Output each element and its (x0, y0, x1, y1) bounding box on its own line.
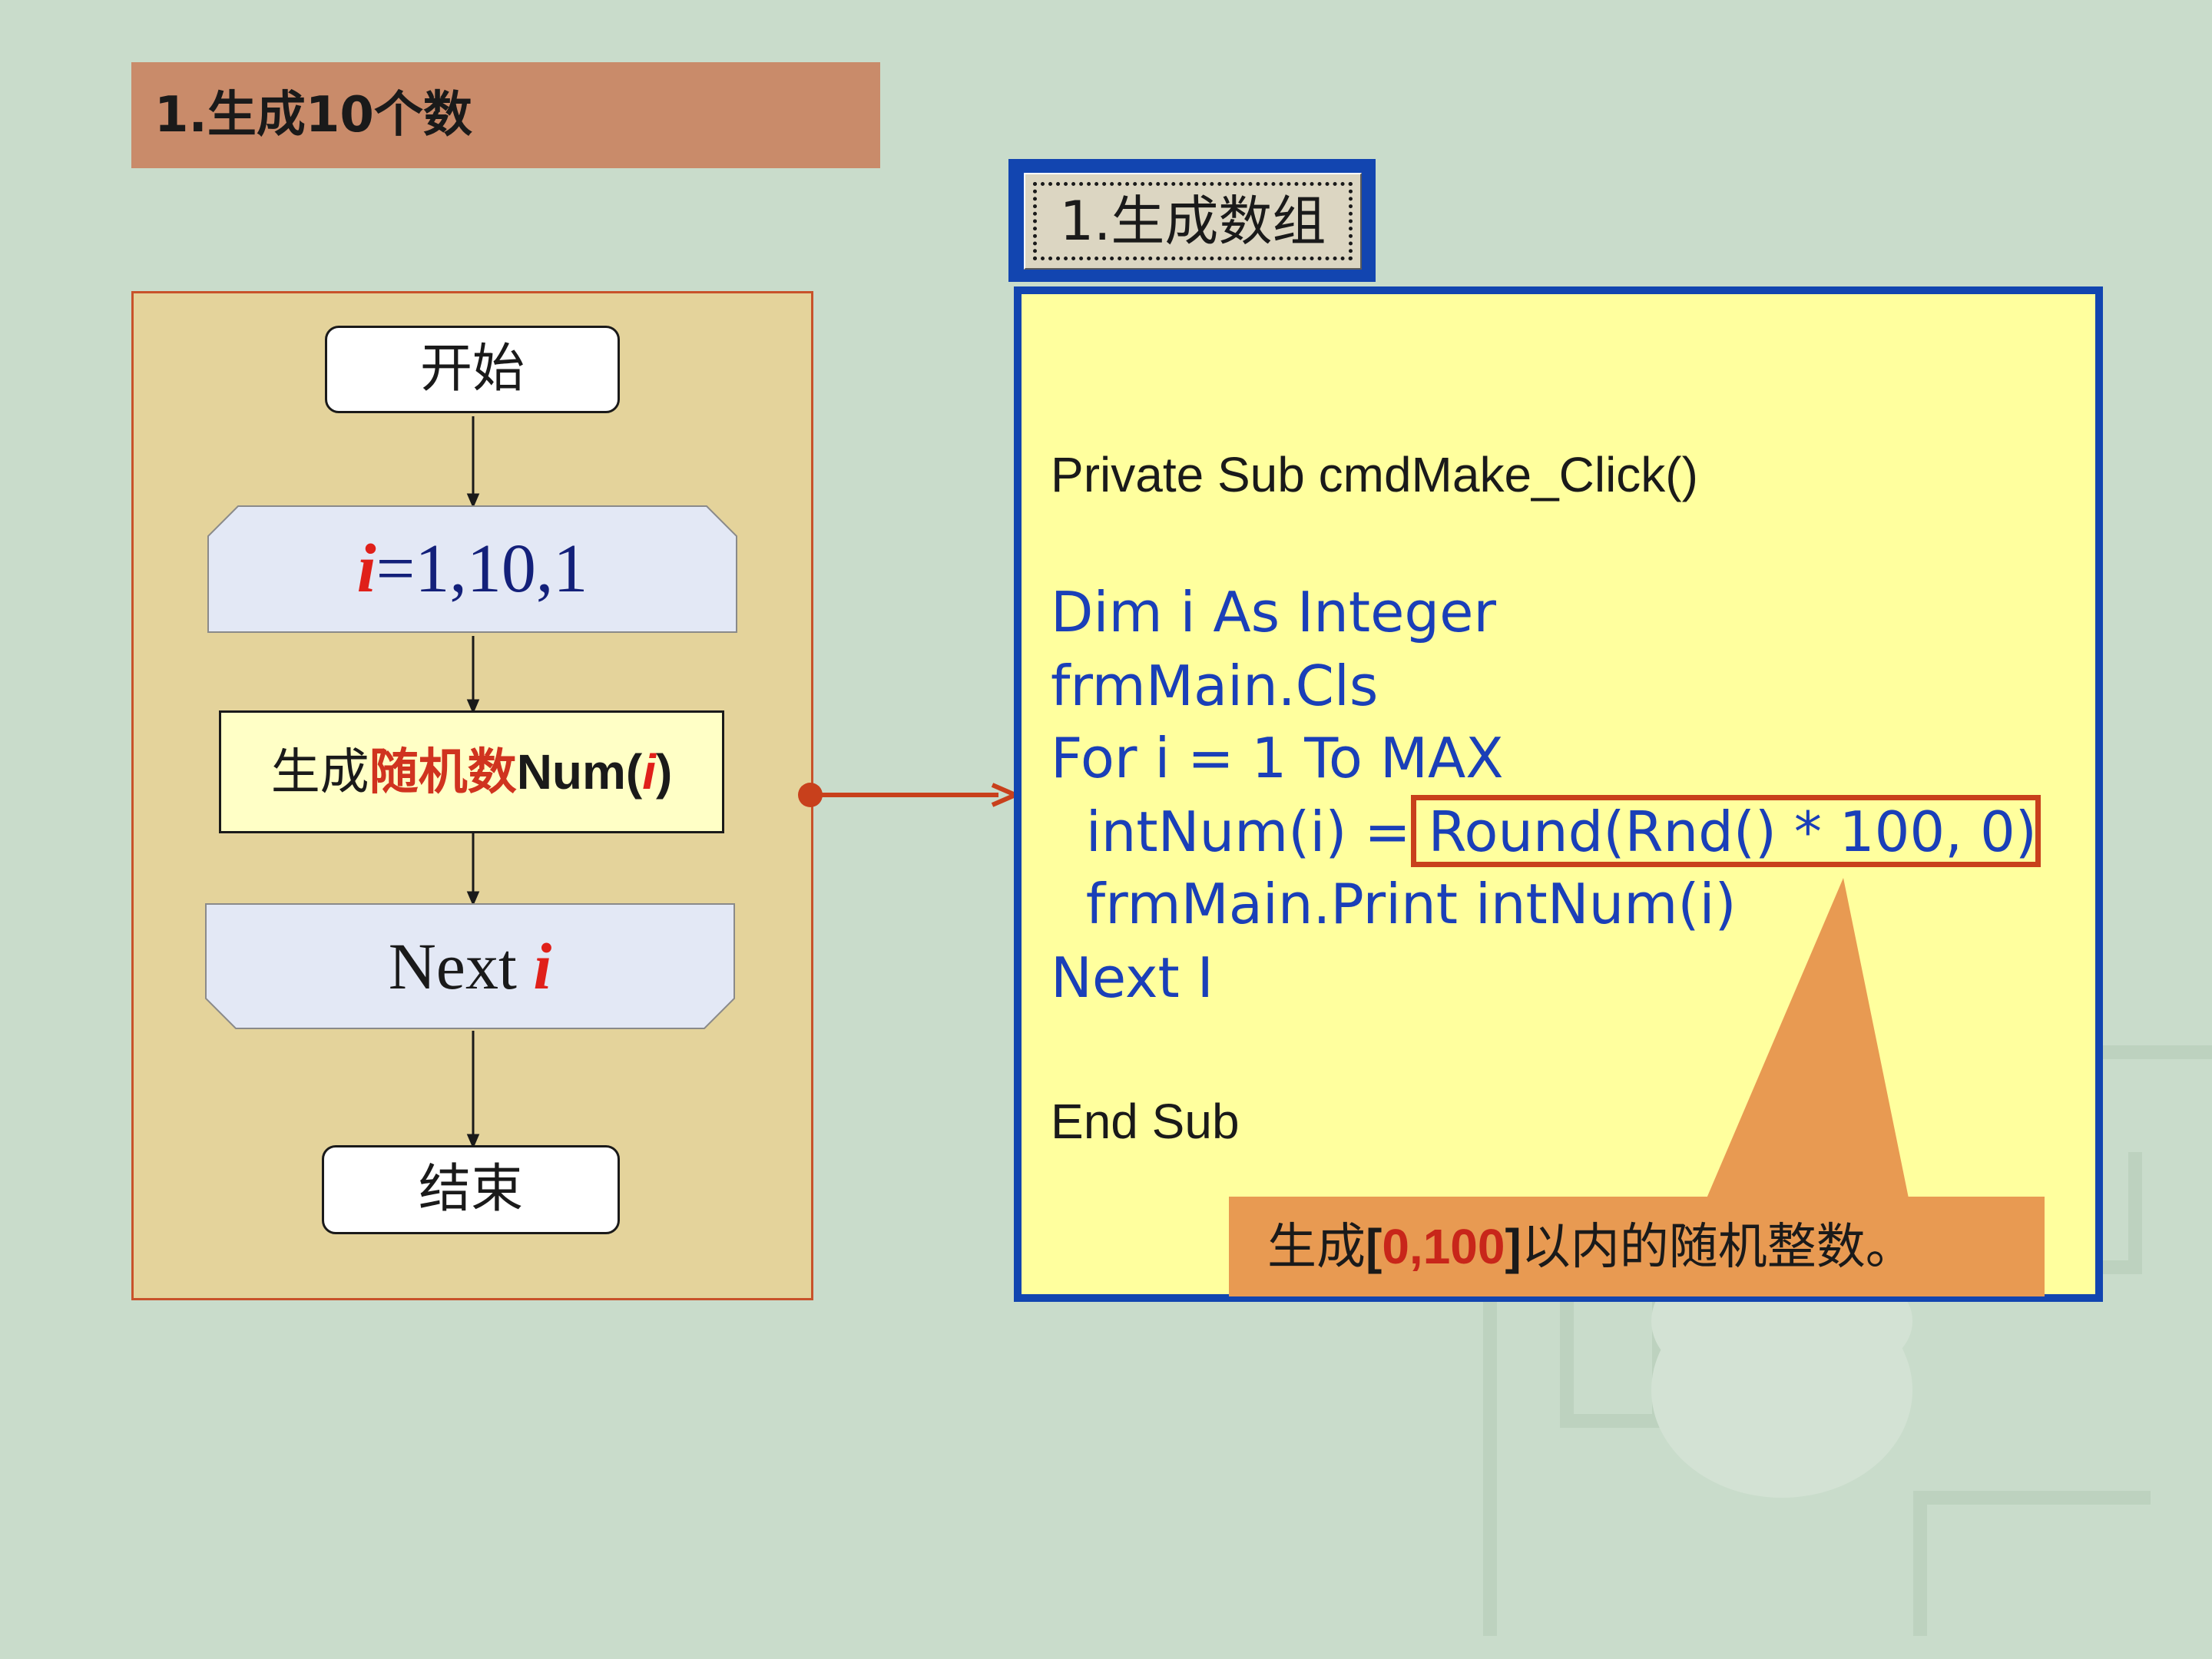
code-highlight-box (1411, 795, 2041, 867)
slide-title: 1.生成10个数 (131, 62, 880, 168)
arrowhead-start-loop (466, 493, 480, 508)
arrowhead-process-next (466, 891, 480, 906)
code-line-for: For i = 1 To MAX (1051, 726, 1504, 790)
process-prefix: 生成 (270, 744, 369, 801)
end-terminal: 结束 (322, 1145, 620, 1234)
process-variable: i (642, 744, 656, 800)
start-terminal: 开始 (325, 326, 620, 413)
next-variable: i (533, 929, 552, 1003)
generate-array-button[interactable]: 1.生成数组 (1024, 173, 1362, 270)
code-line-dim: Dim i As Integer (1051, 580, 1497, 644)
code-line-next: Next I (1051, 945, 1214, 1010)
generate-array-button-frame: 1.生成数组 (1008, 159, 1376, 282)
code-panel: Private Sub cmdMake_Click() Dim i As Int… (1014, 286, 2103, 1302)
callout-note: 生成[0,100]以内的随机整数。 (1229, 1197, 2045, 1296)
code-line-sub: Private Sub cmdMake_Click() (1051, 447, 1698, 502)
callout-range: 0,100 (1382, 1219, 1505, 1274)
loop-end-shape: Next i (205, 903, 735, 1029)
arrowhead-next-end (466, 1134, 480, 1149)
code-line-cls: frmMain.Cls (1051, 654, 1379, 718)
end-label: 结束 (418, 1159, 523, 1220)
loop-start-shape: i=1,10,1 (207, 505, 737, 633)
arrowhead-loop-process (466, 699, 480, 714)
process-box: 生成随机数Num(i) (219, 710, 724, 833)
start-label: 开始 (419, 339, 525, 399)
loop-variable: i (356, 531, 376, 607)
process-function: Num( (516, 744, 643, 800)
callout-bracket-open: [ (1366, 1219, 1382, 1274)
callout-suffix: 以内的随机整数。 (1521, 1219, 1915, 1276)
code-line-endsub: End Sub (1051, 1094, 1240, 1149)
link-arrow (798, 783, 1022, 807)
process-close: ) (656, 744, 673, 800)
button-label: 1.生成数组 (1033, 182, 1353, 260)
next-keyword: Next (388, 929, 534, 1003)
flowchart-panel: 开始 i=1,10,1 生成随机数Num(i) Next i 结束 (131, 291, 813, 1300)
loop-range: =1,10,1 (376, 531, 588, 607)
process-highlight: 随机数 (369, 744, 517, 801)
callout-prefix: 生成 (1267, 1219, 1366, 1276)
code-line-print: frmMain.Print intNum(i) (1051, 872, 1737, 936)
callout-bracket-close: ] (1505, 1219, 1522, 1274)
